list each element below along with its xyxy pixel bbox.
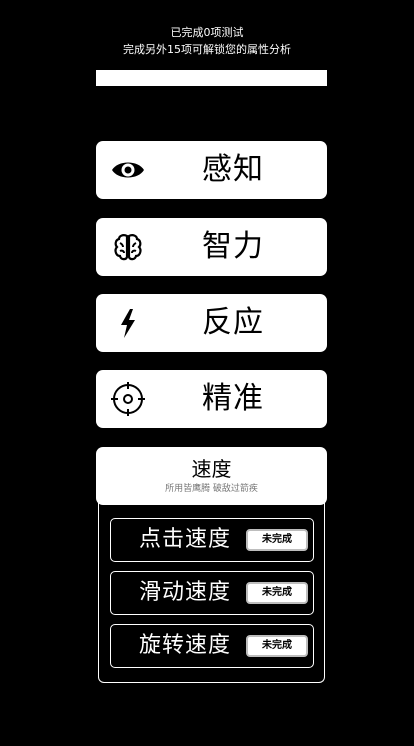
category-reaction-button[interactable]: 反应 <box>96 294 327 352</box>
unlock-hint-text: 完成另外15项可解锁您的属性分析 <box>123 43 291 56</box>
brain-icon <box>110 229 146 265</box>
speed-tests-panel: 点击速度 未完成 滑动速度 未完成 旋转速度 未完成 <box>98 503 325 683</box>
incomplete-button[interactable]: 未完成 <box>246 529 308 551</box>
completed-count-text: 已完成0项测试 <box>170 26 244 39</box>
swipe-speed-test-item[interactable]: 滑动速度 未完成 <box>110 571 314 615</box>
test-progress-status: 已完成0项测试 完成另外15项可解锁您的属性分析 <box>0 24 414 58</box>
category-label: 精准 <box>202 381 264 416</box>
category-precision-button[interactable]: 精准 <box>96 370 327 428</box>
test-label: 旋转速度 <box>139 633 232 658</box>
lightning-icon <box>110 305 146 341</box>
category-label: 智力 <box>202 229 264 264</box>
speed-subtitle: 所用皆鹰腾 破敌过箭疾 <box>165 484 258 494</box>
progress-bar <box>96 70 327 86</box>
category-perception-button[interactable]: 感知 <box>96 141 327 199</box>
category-intelligence-button[interactable]: 智力 <box>96 218 327 276</box>
category-label: 反应 <box>202 305 264 340</box>
incomplete-button[interactable]: 未完成 <box>246 635 308 657</box>
rotate-speed-test-item[interactable]: 旋转速度 未完成 <box>110 624 314 668</box>
speed-title: 速度 <box>191 457 232 481</box>
test-label: 点击速度 <box>139 527 232 552</box>
category-label: 感知 <box>202 152 264 187</box>
tap-speed-test-item[interactable]: 点击速度 未完成 <box>110 518 314 562</box>
category-speed-button[interactable]: 速度 所用皆鹰腾 破敌过箭疾 <box>96 447 327 505</box>
test-label: 滑动速度 <box>139 580 232 605</box>
incomplete-button[interactable]: 未完成 <box>246 582 308 604</box>
eye-icon <box>110 152 146 188</box>
target-icon <box>110 381 146 417</box>
